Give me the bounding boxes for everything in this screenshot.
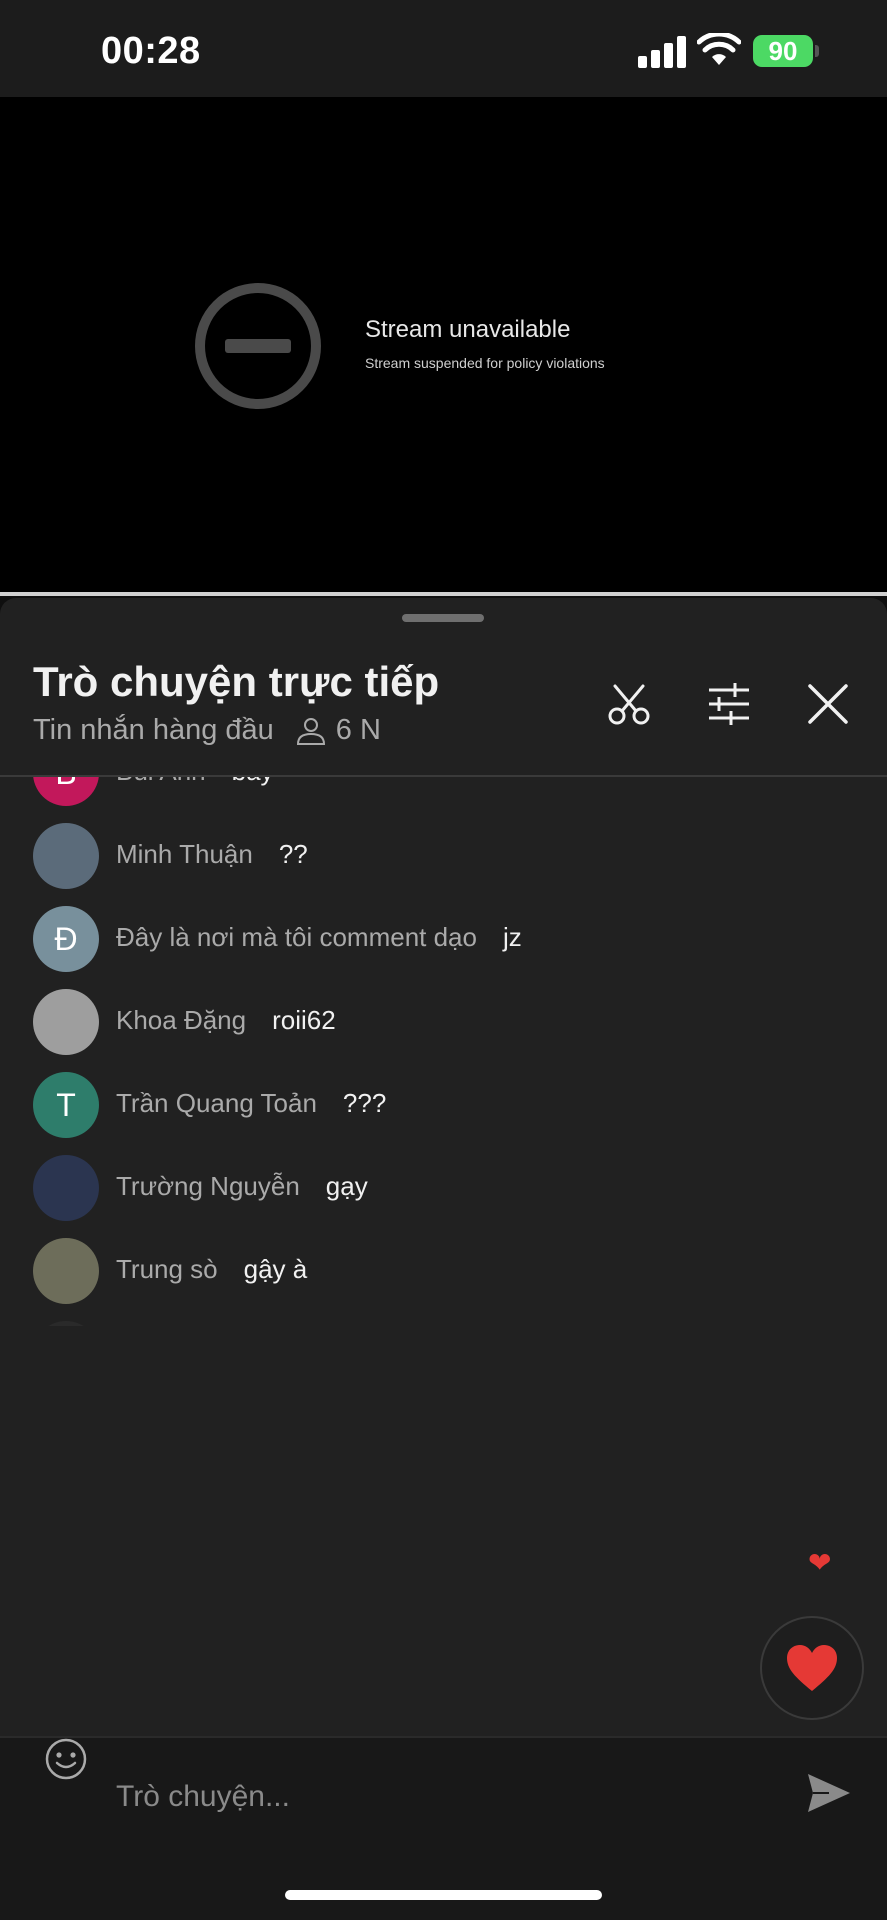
home-indicator[interactable] — [285, 1890, 602, 1900]
battery-level: 90 — [768, 36, 798, 66]
chat-input[interactable] — [116, 1777, 676, 1817]
message-author[interactable]: Minh Thuận — [116, 839, 253, 870]
stream-unavailable-icon — [195, 283, 321, 409]
status-time: 00:28 — [101, 30, 201, 72]
chat-mode-label: Tin nhắn hàng đầu — [33, 714, 274, 746]
avatar-letter: B — [55, 777, 76, 792]
message-text: roii62 — [272, 1005, 336, 1035]
avatar[interactable] — [33, 1155, 99, 1221]
chat-message-list[interactable]: B Bùi Anh bay Minh Thuận?? Đ Đây là nơi mà tô… — [0, 777, 887, 1326]
avatar-letter: Đ — [54, 920, 78, 957]
avatar[interactable]: B — [33, 777, 99, 806]
battery-icon: 90 — [753, 35, 819, 67]
message-author[interactable]: Trung sò — [116, 1254, 218, 1285]
floating-heart-icon: ❤ — [808, 1547, 832, 1578]
avatar[interactable]: T — [33, 1072, 99, 1138]
heart-icon — [787, 1645, 837, 1691]
scissors-icon[interactable] — [605, 680, 653, 728]
avatar[interactable] — [33, 1321, 99, 1326]
message-text: ??? — [342, 1088, 387, 1118]
stream-unavailable-title: Stream unavailable — [365, 316, 571, 343]
chat-message[interactable]: Đ Đây là nơi mà tôi comment dạo jz — [0, 898, 887, 981]
chat-message[interactable]: B Bùi Anh bay — [0, 777, 887, 815]
chat-message[interactable]: Trung sò gậy à — [0, 1230, 887, 1313]
message-author[interactable]: Trường Nguyễn — [116, 1171, 300, 1202]
heart-reaction-button[interactable] — [760, 1616, 864, 1720]
message-author[interactable]: Khoa Đặng — [116, 1005, 246, 1036]
send-icon[interactable] — [805, 1771, 853, 1815]
message-text: ?? — [278, 839, 308, 869]
chat-message[interactable]: Minh Thuận?? — [0, 815, 887, 898]
status-bar: 00:28 90 — [0, 0, 887, 97]
message-text: gậy à — [243, 1254, 308, 1284]
close-icon[interactable] — [804, 680, 852, 728]
avatar-letter: T — [56, 1086, 76, 1123]
avatar[interactable]: Đ — [33, 906, 99, 972]
message-author[interactable]: Đây là nơi mà tôi comment dạo — [116, 922, 477, 953]
avatar[interactable] — [33, 989, 99, 1055]
person-icon — [296, 717, 325, 745]
tune-icon[interactable] — [705, 680, 753, 728]
chat-message[interactable]: Faiz•vennủa — [0, 1313, 887, 1326]
stream-unavailable-subtitle: Stream suspended for policy violations — [365, 355, 605, 371]
viewer-count: 6 N — [335, 714, 381, 746]
avatar[interactable] — [33, 823, 99, 889]
video-player[interactable]: Stream unavailable Stream suspended for … — [0, 97, 887, 592]
chat-mode-selector[interactable]: Tin nhắn hàng đầu 6 N — [33, 714, 381, 747]
message-text: gạy — [325, 1171, 368, 1201]
cellular-signal-icon — [638, 36, 686, 68]
chat-message[interactable]: Khoa Đặng roii62 — [0, 981, 887, 1064]
chat-message[interactable]: Trường Nguyễn gạy — [0, 1147, 887, 1230]
emoji-icon[interactable] — [44, 1737, 88, 1781]
message-text: jz — [502, 922, 522, 952]
video-progress-bar[interactable] — [0, 592, 887, 596]
live-chat-panel: Trò chuyện trực tiếp Tin nhắn hàng đầu 6… — [0, 598, 887, 1920]
drag-handle[interactable] — [402, 614, 484, 622]
message-author[interactable]: Bùi Anh — [116, 777, 206, 787]
chat-message[interactable]: T Trần Quang Toản??? — [0, 1064, 887, 1147]
avatar[interactable] — [33, 1238, 99, 1304]
message-author[interactable]: Trần Quang Toản — [116, 1088, 317, 1119]
wifi-icon — [697, 33, 741, 65]
chat-title: Trò chuyện trực tiếp — [33, 658, 440, 705]
message-text: bay — [232, 777, 274, 787]
